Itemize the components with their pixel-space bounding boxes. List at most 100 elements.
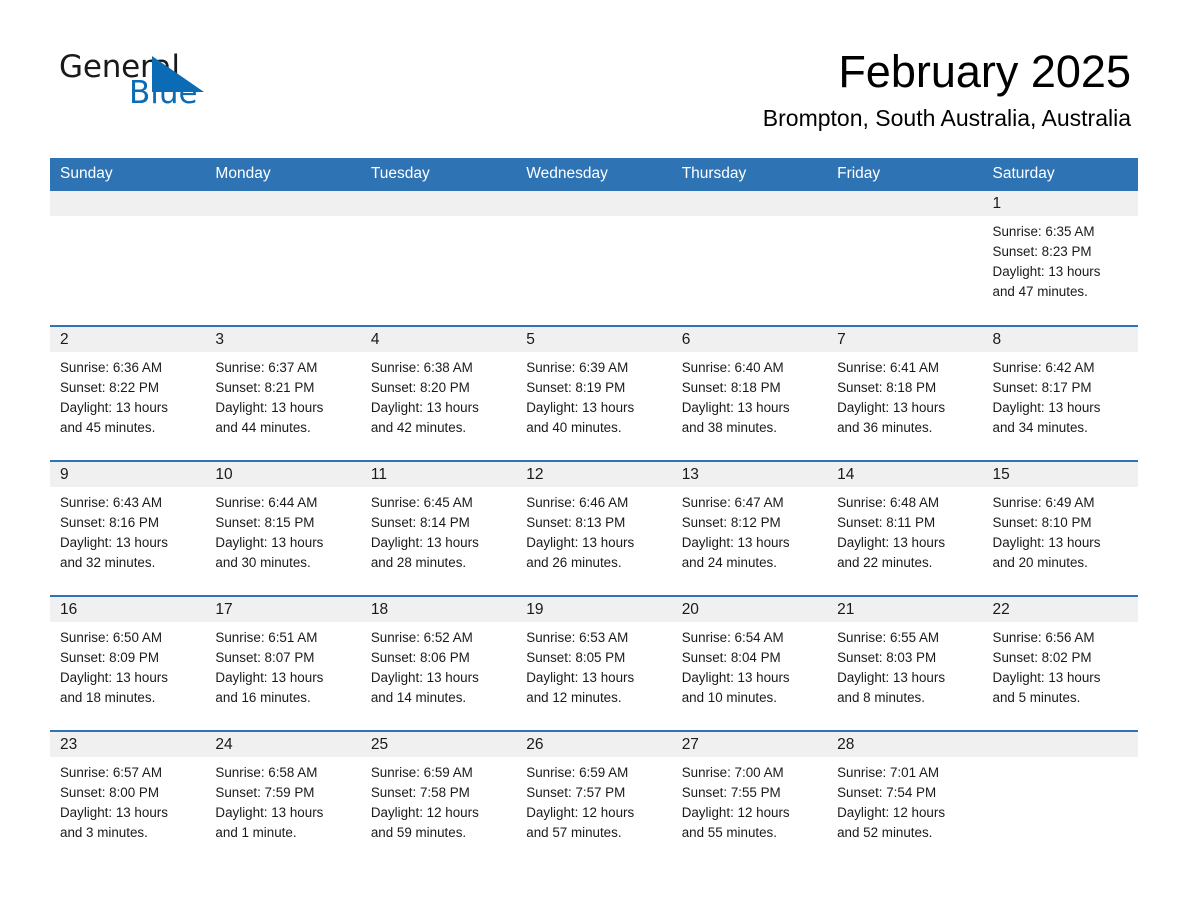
day-cell-inner: 22 Sunrise: 6:56 AM Sunset: 8:02 PM Dayli… <box>982 597 1138 730</box>
day-sun-info: Sunrise: 6:53 AM Sunset: 8:05 PM Dayligh… <box>526 630 635 705</box>
calendar-body: 1 Sunrise: 6:35 AM Sunset: 8:23 PM Daylig… <box>50 191 1138 866</box>
day-cell-inner <box>827 191 983 325</box>
weekday-header-sunday: Sunday <box>50 158 206 191</box>
calendar-day-cell[interactable]: 26 Sunrise: 6:59 AM Sunset: 7:57 PM Dayli… <box>516 730 672 866</box>
calendar-day-cell[interactable]: 22 Sunrise: 6:56 AM Sunset: 8:02 PM Dayli… <box>982 595 1138 731</box>
calendar-day-cell-empty <box>827 191 983 326</box>
page-title: February 2025 <box>838 46 1131 97</box>
day-number: 24 <box>205 732 361 757</box>
day-cell-inner: 14 Sunrise: 6:48 AM Sunset: 8:11 PM Dayli… <box>827 462 983 595</box>
day-number: 6 <box>671 327 828 352</box>
day-cell-inner: 26 Sunrise: 6:59 AM Sunset: 7:57 PM Dayli… <box>516 732 672 866</box>
calendar-day-cell-empty <box>360 191 517 326</box>
calendar-day-cell[interactable]: 8 Sunrise: 6:42 AM Sunset: 8:17 PM Daylig… <box>982 325 1138 461</box>
calendar-day-cell[interactable]: 9 Sunrise: 6:43 AM Sunset: 8:16 PM Daylig… <box>50 460 206 596</box>
weekday-header-row: Sunday Monday Tuesday Wednesday Thursday… <box>50 158 1138 191</box>
calendar-day-cell[interactable]: 27 Sunrise: 7:00 AM Sunset: 7:55 PM Dayli… <box>671 730 828 866</box>
calendar-day-cell-empty <box>50 191 206 326</box>
calendar-day-cell[interactable]: 2 Sunrise: 6:36 AM Sunset: 8:22 PM Daylig… <box>50 325 206 461</box>
calendar-day-cell[interactable]: 20 Sunrise: 6:54 AM Sunset: 8:04 PM Dayli… <box>671 595 828 731</box>
calendar-day-cell[interactable]: 6 Sunrise: 6:40 AM Sunset: 8:18 PM Daylig… <box>671 325 828 461</box>
day-sun-info: Sunrise: 6:57 AM Sunset: 8:00 PM Dayligh… <box>60 765 168 840</box>
day-number: 1 <box>982 191 1138 216</box>
general-blue-logo[interactable]: General Blue <box>59 52 299 114</box>
day-sun-info <box>361 216 516 222</box>
day-number: 26 <box>516 732 672 757</box>
day-cell-inner: 6 Sunrise: 6:40 AM Sunset: 8:18 PM Daylig… <box>671 327 828 460</box>
day-number: 22 <box>982 597 1138 622</box>
day-cell-inner: 11 Sunrise: 6:45 AM Sunset: 8:14 PM Dayli… <box>360 462 517 595</box>
calendar-day-cell[interactable]: 17 Sunrise: 6:51 AM Sunset: 8:07 PM Dayli… <box>205 595 361 731</box>
calendar-day-cell[interactable]: 12 Sunrise: 6:46 AM Sunset: 8:13 PM Dayli… <box>516 460 672 596</box>
calendar-day-cell[interactable]: 25 Sunrise: 6:59 AM Sunset: 7:58 PM Dayli… <box>360 730 517 866</box>
day-cell-inner: 5 Sunrise: 6:39 AM Sunset: 8:19 PM Daylig… <box>516 327 672 460</box>
calendar-week-row: 9 Sunrise: 6:43 AM Sunset: 8:16 PM Daylig… <box>50 460 1138 596</box>
day-number <box>671 191 828 216</box>
weekday-header-tuesday: Tuesday <box>360 158 517 191</box>
day-sun-info: Sunrise: 6:39 AM Sunset: 8:19 PM Dayligh… <box>526 360 635 435</box>
day-number: 17 <box>205 597 361 622</box>
day-sun-info <box>827 216 982 222</box>
calendar-day-cell[interactable]: 11 Sunrise: 6:45 AM Sunset: 8:14 PM Dayli… <box>360 460 517 596</box>
calendar-day-cell[interactable]: 15 Sunrise: 6:49 AM Sunset: 8:10 PM Dayli… <box>982 460 1138 596</box>
day-cell-inner: 19 Sunrise: 6:53 AM Sunset: 8:05 PM Dayli… <box>516 597 672 730</box>
calendar-day-cell-empty <box>205 191 361 326</box>
day-number <box>360 191 517 216</box>
day-cell-inner: 18 Sunrise: 6:52 AM Sunset: 8:06 PM Dayli… <box>360 597 517 730</box>
day-cell-inner: 25 Sunrise: 6:59 AM Sunset: 7:58 PM Dayli… <box>360 732 517 866</box>
calendar-day-cell-empty <box>671 191 828 326</box>
calendar-day-cell[interactable]: 28 Sunrise: 7:01 AM Sunset: 7:54 PM Dayli… <box>827 730 983 866</box>
day-sun-info <box>50 216 205 222</box>
day-number: 10 <box>205 462 361 487</box>
day-cell-inner: 2 Sunrise: 6:36 AM Sunset: 8:22 PM Daylig… <box>50 327 206 460</box>
calendar-day-cell[interactable]: 16 Sunrise: 6:50 AM Sunset: 8:09 PM Dayli… <box>50 595 206 731</box>
day-number: 21 <box>827 597 983 622</box>
calendar-day-cell[interactable]: 23 Sunrise: 6:57 AM Sunset: 8:00 PM Dayli… <box>50 730 206 866</box>
day-sun-info: Sunrise: 6:54 AM Sunset: 8:04 PM Dayligh… <box>681 630 790 705</box>
title-block: February 2025 Brompton, South Australia,… <box>491 48 1131 132</box>
calendar-day-cell[interactable]: 3 Sunrise: 6:37 AM Sunset: 8:21 PM Daylig… <box>205 325 361 461</box>
calendar-day-cell-empty <box>516 191 672 326</box>
calendar-day-cell[interactable]: 5 Sunrise: 6:39 AM Sunset: 8:19 PM Daylig… <box>516 325 672 461</box>
calendar-day-cell[interactable]: 21 Sunrise: 6:55 AM Sunset: 8:03 PM Dayli… <box>827 595 983 731</box>
calendar-page: General Blue February 2025 Brompton, Sou… <box>0 0 1188 918</box>
day-sun-info: Sunrise: 6:49 AM Sunset: 8:10 PM Dayligh… <box>992 495 1101 570</box>
day-sun-info <box>205 216 360 222</box>
day-number <box>516 191 672 216</box>
calendar-day-cell[interactable]: 10 Sunrise: 6:44 AM Sunset: 8:15 PM Dayli… <box>205 460 361 596</box>
day-cell-inner <box>360 191 517 325</box>
day-cell-inner <box>671 191 828 325</box>
day-sun-info: Sunrise: 7:01 AM Sunset: 7:54 PM Dayligh… <box>837 765 946 840</box>
calendar-day-cell[interactable]: 19 Sunrise: 6:53 AM Sunset: 8:05 PM Dayli… <box>516 595 672 731</box>
day-cell-inner: 12 Sunrise: 6:46 AM Sunset: 8:13 PM Dayli… <box>516 462 672 595</box>
day-cell-inner: 9 Sunrise: 6:43 AM Sunset: 8:16 PM Daylig… <box>50 462 206 595</box>
day-number: 23 <box>50 732 206 757</box>
day-cell-inner: 17 Sunrise: 6:51 AM Sunset: 8:07 PM Dayli… <box>205 597 361 730</box>
calendar-day-cell[interactable]: 14 Sunrise: 6:48 AM Sunset: 8:11 PM Dayli… <box>827 460 983 596</box>
day-cell-inner: 10 Sunrise: 6:44 AM Sunset: 8:15 PM Dayli… <box>205 462 361 595</box>
location-subtitle: Brompton, South Australia, Australia <box>762 104 1131 131</box>
day-number: 7 <box>827 327 983 352</box>
calendar-day-cell[interactable]: 24 Sunrise: 6:58 AM Sunset: 7:59 PM Dayli… <box>205 730 361 866</box>
day-sun-info: Sunrise: 6:51 AM Sunset: 8:07 PM Dayligh… <box>215 630 324 705</box>
calendar-day-cell-empty <box>982 730 1138 866</box>
day-number: 11 <box>360 462 517 487</box>
weekday-header-thursday: Thursday <box>671 158 828 191</box>
calendar-day-cell[interactable]: 4 Sunrise: 6:38 AM Sunset: 8:20 PM Daylig… <box>360 325 517 461</box>
day-number: 2 <box>50 327 206 352</box>
calendar-day-cell[interactable]: 7 Sunrise: 6:41 AM Sunset: 8:18 PM Daylig… <box>827 325 983 461</box>
calendar-day-cell[interactable]: 13 Sunrise: 6:47 AM Sunset: 8:12 PM Dayli… <box>671 460 828 596</box>
day-cell-inner: 23 Sunrise: 6:57 AM Sunset: 8:00 PM Dayli… <box>50 732 206 866</box>
day-cell-inner <box>205 191 361 325</box>
day-sun-info <box>516 216 671 222</box>
calendar-day-cell[interactable]: 1 Sunrise: 6:35 AM Sunset: 8:23 PM Daylig… <box>982 191 1138 326</box>
day-number: 4 <box>360 327 517 352</box>
day-sun-info: Sunrise: 6:50 AM Sunset: 8:09 PM Dayligh… <box>60 630 168 705</box>
day-number: 27 <box>671 732 828 757</box>
day-sun-info: Sunrise: 6:58 AM Sunset: 7:59 PM Dayligh… <box>215 765 324 840</box>
day-number: 25 <box>360 732 517 757</box>
day-sun-info: Sunrise: 6:52 AM Sunset: 8:06 PM Dayligh… <box>370 630 479 705</box>
day-cell-inner: 8 Sunrise: 6:42 AM Sunset: 8:17 PM Daylig… <box>982 327 1138 460</box>
day-cell-inner: 4 Sunrise: 6:38 AM Sunset: 8:20 PM Daylig… <box>360 327 517 460</box>
calendar-day-cell[interactable]: 18 Sunrise: 6:52 AM Sunset: 8:06 PM Dayli… <box>360 595 517 731</box>
